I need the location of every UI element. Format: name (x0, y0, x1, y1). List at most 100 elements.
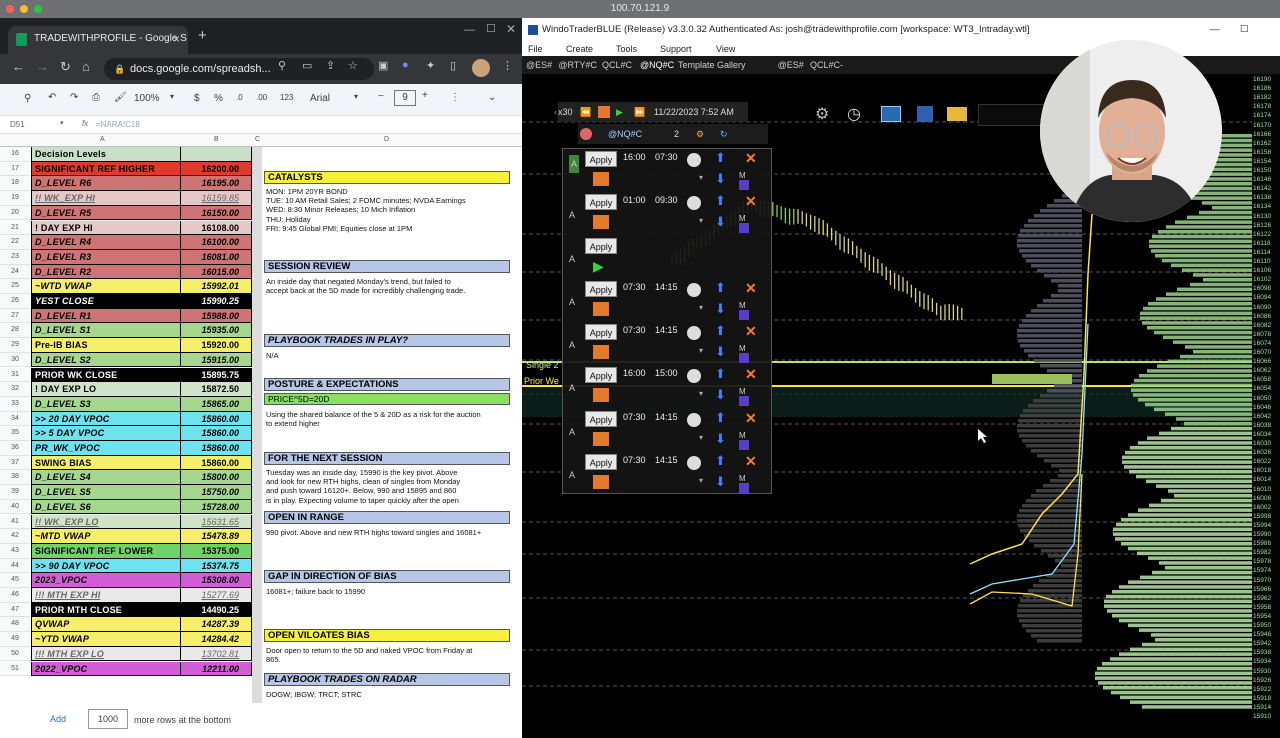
level-value-cell[interactable]: 15865.00 (181, 396, 252, 412)
row-number[interactable]: 29 (0, 338, 30, 353)
extensions-puzzle-icon[interactable]: ✦ (426, 59, 435, 72)
chart-input[interactable] (978, 104, 1046, 126)
note-heading[interactable]: PRICE^5D=20D (264, 393, 510, 405)
level-value-cell[interactable]: 15990.25 (181, 294, 252, 309)
menu-item[interactable]: Tools (616, 42, 637, 56)
row-number[interactable]: 41 (0, 514, 30, 530)
back-icon[interactable]: ← (12, 59, 25, 74)
window-icon[interactable] (881, 106, 901, 122)
color-swatch[interactable] (593, 301, 609, 316)
color-swatch[interactable] (593, 172, 609, 186)
level-value-cell[interactable]: 15860.00 (181, 426, 252, 441)
apply-button[interactable]: Apply (585, 410, 617, 427)
zoom-select[interactable]: 100% (134, 93, 160, 104)
app-minimize-icon[interactable]: — (1210, 18, 1220, 42)
name-box[interactable]: D51 (10, 120, 25, 129)
level-value-cell[interactable]: 15915.00 (181, 352, 252, 368)
extension-blue-icon[interactable]: ● (402, 59, 409, 71)
session-start-time[interactable]: 07:30 (623, 282, 646, 292)
note-heading[interactable]: CATALYSTS (264, 171, 510, 184)
formula-input[interactable]: =NARA!C18 (96, 120, 140, 129)
level-value-cell[interactable]: 15800.00 (181, 470, 252, 486)
checkbox-icon[interactable] (739, 396, 749, 407)
m-toggle-icon[interactable]: M (739, 387, 746, 396)
note-body[interactable]: MON: 1PM 20YR BOND TUE: 10 AM Retail Sale… (266, 187, 508, 233)
level-name-cell[interactable]: PR_WK_VPOC (31, 441, 181, 456)
arrow-up-icon[interactable]: ⬆ (715, 410, 726, 426)
session-start-time[interactable]: 16:00 (623, 368, 646, 378)
session-end-time[interactable]: 09:30 (655, 195, 678, 205)
level-name-cell[interactable]: PRIOR MTH CLOSE (31, 602, 181, 618)
level-name-cell[interactable]: PRIOR WK CLOSE (31, 367, 181, 383)
currency-format-icon[interactable]: $ (194, 93, 200, 104)
replay-speed[interactable]: x30 (558, 102, 573, 122)
refresh-icon[interactable]: ↻ (720, 124, 728, 144)
row-number[interactable]: 21 (0, 220, 30, 236)
level-value-cell[interactable]: 14287.39 (181, 617, 252, 633)
level-name-cell[interactable]: !!! MTH EXP LO (31, 646, 181, 662)
row-number[interactable]: 31 (0, 367, 30, 383)
row-number[interactable]: 37 (0, 455, 30, 471)
level-value-cell[interactable]: 16195.00 (181, 176, 252, 192)
row-number[interactable]: 23 (0, 249, 30, 265)
level-value-cell[interactable]: 15988.00 (181, 308, 252, 324)
level-value-cell[interactable]: 13702.81 (181, 646, 252, 662)
row-number[interactable]: 30 (0, 352, 30, 368)
row-number[interactable]: 51 (0, 661, 30, 677)
apply-button[interactable]: Apply (585, 194, 617, 211)
row-number[interactable]: 35 (0, 426, 30, 441)
row-number[interactable]: 27 (0, 308, 30, 324)
level-name-cell[interactable]: !! WK_EXP LO (31, 514, 181, 530)
level-value-cell[interactable]: 15860.00 (181, 441, 252, 456)
new-tab-icon[interactable]: + (198, 27, 207, 44)
color-swatch[interactable] (593, 388, 609, 403)
arrow-up-icon[interactable]: ⬆ (715, 150, 726, 166)
dropdown-icon[interactable]: ▾ (699, 389, 703, 398)
level-name-cell[interactable]: SIGNIFICANT REF LOWER (31, 543, 181, 559)
arrow-up-icon[interactable]: ⬆ (715, 366, 726, 382)
folder-icon[interactable] (947, 107, 967, 121)
print-icon[interactable]: ⎙ (92, 92, 100, 103)
row-number[interactable]: 48 (0, 617, 30, 633)
font-size-decrease-icon[interactable]: − (378, 91, 384, 102)
session-end-time[interactable]: 07:30 (655, 152, 678, 162)
symbol-tab[interactable]: Template Gallery (678, 56, 746, 74)
row-number[interactable]: 43 (0, 543, 30, 559)
note-heading[interactable]: GAP IN DIRECTION OF BIAS (264, 570, 510, 583)
checkbox-icon[interactable] (739, 180, 749, 190)
symbol-tab[interactable]: QCL#C- (810, 56, 843, 74)
font-size-input[interactable]: 9 (394, 90, 416, 106)
note-heading[interactable]: PLAYBOOK TRADES IN PLAY? (264, 334, 510, 347)
delete-icon[interactable]: ✕ (745, 150, 757, 167)
level-name-cell[interactable]: ~WTD VWAP (31, 279, 181, 294)
zoom-dropdown-icon[interactable]: ▾ (170, 92, 174, 101)
undo-icon[interactable]: ↶ (48, 92, 56, 103)
level-name-cell[interactable]: ! DAY EXP LO (31, 382, 181, 397)
note-heading[interactable]: SESSION REVIEW (264, 260, 510, 273)
level-name-cell[interactable]: D_LEVEL S6 (31, 499, 181, 515)
level-name-cell[interactable]: D_LEVEL R3 (31, 249, 181, 265)
number-format-icon[interactable]: 123 (280, 93, 293, 102)
redo-icon[interactable]: ↷ (70, 92, 78, 103)
m-toggle-icon[interactable]: M (739, 431, 746, 440)
note-body[interactable]: Using the shared balance of the 5 & 20D … (266, 410, 508, 428)
note-heading[interactable]: PLAYBOOK TRADES ON RADAR (264, 673, 510, 686)
level-name-cell[interactable]: ~MTD VWAP (31, 529, 181, 544)
note-body[interactable]: An inside day that negated Monday's tren… (266, 277, 508, 295)
menu-item[interactable]: Support (660, 42, 692, 56)
level-name-cell[interactable]: >> 90 DAY VPOC (31, 558, 181, 574)
increase-decimal-icon[interactable]: .00 (256, 93, 267, 102)
delete-icon[interactable]: ✕ (745, 453, 757, 470)
fast-forward-icon[interactable]: ⏩ (634, 102, 645, 122)
percent-format-icon[interactable]: % (214, 93, 223, 104)
note-body[interactable]: DOGW; IBGW; TRCT; STRC (266, 690, 508, 699)
m-toggle-icon[interactable]: M (739, 171, 746, 180)
dropdown-icon[interactable]: ▾ (699, 173, 703, 182)
arrow-down-icon[interactable]: ⬇ (715, 387, 726, 403)
arrow-down-icon[interactable]: ⬇ (715, 171, 726, 187)
stop-icon[interactable] (598, 106, 610, 118)
add-rows-count-input[interactable]: 1000 (88, 709, 128, 729)
note-heading[interactable]: OPEN VILOATES BIAS (264, 629, 510, 642)
level-value-cell[interactable]: 15872.50 (181, 382, 252, 397)
session-end-time[interactable]: 14:15 (655, 455, 678, 465)
